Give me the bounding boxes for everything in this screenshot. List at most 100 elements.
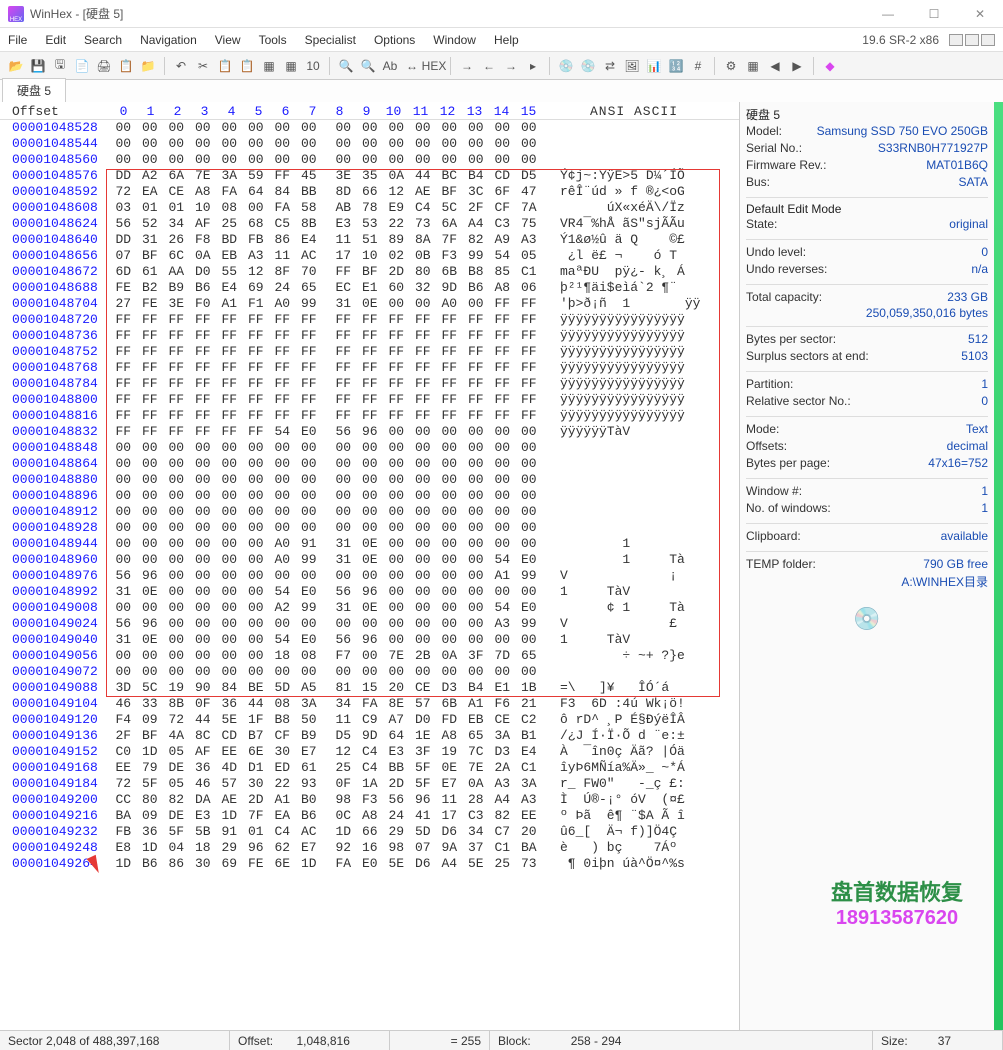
hex-row[interactable]: 00001048576DDA26A7E3A59FF453E350A44BCB4C… xyxy=(0,168,739,184)
hex-row[interactable]: 00001048720FFFFFFFFFFFFFFFFFFFFFFFFFFFFF… xyxy=(0,312,739,328)
hex-row[interactable]: 0000104865607BF6C0AEBA311AC1710020BF3995… xyxy=(0,248,739,264)
sector-map[interactable] xyxy=(994,102,1003,1030)
tool-first-icon[interactable]: ◀ xyxy=(765,56,785,76)
hex-row[interactable]: 000010491362FBF4A8CCDB7CFB9D59D641EA8653… xyxy=(0,728,739,744)
menu-file[interactable]: File xyxy=(8,33,27,47)
hex-row[interactable]: 000010490883D5C199084BE5DA5811520CED3B4E… xyxy=(0,680,739,696)
tool-paste-icon[interactable]: 📋 xyxy=(237,56,257,76)
tool-drive1-icon[interactable]: 💿 xyxy=(556,56,576,76)
hex-row[interactable]: 00001049152C01D05AFEE6E30E712C4E33F197CD… xyxy=(0,744,739,760)
hex-row[interactable]: 00001048832FFFFFFFFFFFF54E05696000000000… xyxy=(0,424,739,440)
hex-row[interactable]: 00001048640DD3126F8BDFB86E41151898A7F82A… xyxy=(0,232,739,248)
tool-replace-icon[interactable]: ↔ xyxy=(402,56,422,76)
hex-row[interactable]: 0000104892800000000000000000000000000000… xyxy=(0,520,739,536)
tool-image-icon[interactable]: 🖼 xyxy=(622,56,642,76)
tool-file-icon[interactable]: 📄 xyxy=(72,56,92,76)
tool-settings-icon[interactable]: ⚙ xyxy=(721,56,741,76)
maximize-button[interactable]: ☐ xyxy=(919,7,949,21)
tool-disk-icon[interactable]: 💾 xyxy=(28,56,48,76)
hex-row[interactable]: 00001048944000000000000A091310E000000000… xyxy=(0,536,739,552)
hex-row[interactable]: 000010492641DB6863069FE6E1DFAE05ED6A45E2… xyxy=(0,856,739,872)
hex-row[interactable]: 0000104907200000000000000000000000000000… xyxy=(0,664,739,680)
tool-print-icon[interactable]: 🖨 xyxy=(94,56,114,76)
hex-row[interactable]: 0000104854400000000000000000000000000000… xyxy=(0,136,739,152)
hex-row[interactable]: 00001048608030101100800FA58AB78E9C45C2FC… xyxy=(0,200,739,216)
close-button[interactable]: ✕ xyxy=(965,7,995,21)
tool-cut-icon[interactable]: ✂ xyxy=(193,56,213,76)
hex-row[interactable]: 00001049040310E0000000054E05696000000000… xyxy=(0,632,739,648)
hex-row[interactable]: 00001048688FEB2B9B6E4692465ECE160329DB6A… xyxy=(0,280,739,296)
hex-row[interactable]: 000010486726D61AAD055128F70FFBF2D806BB88… xyxy=(0,264,739,280)
tool-calc-icon[interactable]: 🔢 xyxy=(666,56,686,76)
tool-grid-icon[interactable]: ▦ xyxy=(743,56,763,76)
menu-search[interactable]: Search xyxy=(84,33,122,47)
minimize-button[interactable]: — xyxy=(873,7,903,21)
tool-xways-icon[interactable]: ◆ xyxy=(820,56,840,76)
tool-undo-icon[interactable]: ↶ xyxy=(171,56,191,76)
hex-row[interactable]: 00001048752FFFFFFFFFFFFFFFFFFFFFFFFFFFFF… xyxy=(0,344,739,360)
tool-fwd-icon[interactable]: → xyxy=(501,56,521,76)
mdi-min-icon[interactable] xyxy=(949,34,963,46)
hex-row[interactable]: 00001048960000000000000A099310E000000005… xyxy=(0,552,739,568)
menu-specialist[interactable]: Specialist xyxy=(305,33,356,47)
hex-row[interactable]: 00001048736FFFFFFFFFFFFFFFFFFFFFFFFFFFFF… xyxy=(0,328,739,344)
hex-row[interactable]: 00001049120F40972445E1FB85011C9A7D0FDEBC… xyxy=(0,712,739,728)
tool-hash-icon[interactable]: # xyxy=(688,56,708,76)
hex-row[interactable]: 0000104852800000000000000000000000000000… xyxy=(0,120,739,136)
tool-open-icon[interactable]: 📂 xyxy=(6,56,26,76)
hex-row[interactable]: 00001049216BA09DEE31D7FEAB60CA8244117C38… xyxy=(0,808,739,824)
tool-back-icon[interactable]: ← xyxy=(479,56,499,76)
tool-find-icon[interactable]: 🔍 xyxy=(336,56,356,76)
tool-copyblock-icon[interactable]: ▦ xyxy=(259,56,279,76)
tool-mark-icon[interactable]: ▸ xyxy=(523,56,543,76)
tool-hex-icon[interactable]: HEX xyxy=(424,56,444,76)
tool-folder-icon[interactable]: 📁 xyxy=(138,56,158,76)
hex-row[interactable]: 00001049232FB365F5B9101C4AC1D66295DD634C… xyxy=(0,824,739,840)
menu-help[interactable]: Help xyxy=(494,33,519,47)
tool-clone-icon[interactable]: ⇄ xyxy=(600,56,620,76)
hex-row[interactable]: 0000104884800000000000000000000000000000… xyxy=(0,440,739,456)
hex-row[interactable]: 000010489765696000000000000000000000000A… xyxy=(0,568,739,584)
hex-row[interactable]: 00001049200CC8082DAAE2DA1B098F356961128A… xyxy=(0,792,739,808)
menu-view[interactable]: View xyxy=(215,33,241,47)
menu-options[interactable]: Options xyxy=(374,33,415,47)
hex-row[interactable]: 00001048800FFFFFFFFFFFFFFFFFFFFFFFFFFFFF… xyxy=(0,392,739,408)
tool-drive2-icon[interactable]: 💿 xyxy=(578,56,598,76)
tool-analyze-icon[interactable]: 📊 xyxy=(644,56,664,76)
hex-row[interactable]: 00001049184725F0546573022930F1A2D5FE70AA… xyxy=(0,776,739,792)
menu-edit[interactable]: Edit xyxy=(45,33,66,47)
hex-row[interactable]: 00001048768FFFFFFFFFFFFFFFFFFFFFFFFFFFFF… xyxy=(0,360,739,376)
tool-last-icon[interactable]: ▶ xyxy=(787,56,807,76)
hex-row[interactable]: 0000104870427FE3EF0A1F1A099310E0000A000F… xyxy=(0,296,739,312)
tool-pasteblock-icon[interactable]: ▦ xyxy=(281,56,301,76)
hex-row[interactable]: 000010490245696000000000000000000000000A… xyxy=(0,616,739,632)
hex-row[interactable]: 00001048992310E0000000054E05696000000000… xyxy=(0,584,739,600)
hex-row[interactable]: 0000104888000000000000000000000000000000… xyxy=(0,472,739,488)
tool-binary-icon[interactable]: 10 xyxy=(303,56,323,76)
hex-body[interactable]: 0000104852800000000000000000000000000000… xyxy=(0,120,739,872)
hex-row[interactable]: 0000104856000000000000000000000000000000… xyxy=(0,152,739,168)
hex-row[interactable]: 0000104889600000000000000000000000000000… xyxy=(0,488,739,504)
mdi-max-icon[interactable] xyxy=(965,34,979,46)
hex-row[interactable]: 0000104891200000000000000000000000000000… xyxy=(0,504,739,520)
tool-findtext-icon[interactable]: Ab xyxy=(380,56,400,76)
tool-goto-icon[interactable]: → xyxy=(457,56,477,76)
hex-editor[interactable]: Offset 0123456789101112131415 ANSI ASCII… xyxy=(0,102,739,1030)
hex-row[interactable]: 0000104910446338B0F3644083A34FA8E576BA1F… xyxy=(0,696,739,712)
tool-copy-icon[interactable]: 📋 xyxy=(215,56,235,76)
hex-row[interactable]: 000010490560000000000001808F7007E2B0A3F7… xyxy=(0,648,739,664)
hex-row[interactable]: 00001048784FFFFFFFFFFFFFFFFFFFFFFFFFFFFF… xyxy=(0,376,739,392)
mdi-close-icon[interactable] xyxy=(981,34,995,46)
hex-row[interactable]: 00001048816FFFFFFFFFFFFFFFFFFFFFFFFFFFFF… xyxy=(0,408,739,424)
hex-row[interactable]: 0000104886400000000000000000000000000000… xyxy=(0,456,739,472)
menu-navigation[interactable]: Navigation xyxy=(140,33,197,47)
menu-tools[interactable]: Tools xyxy=(259,33,287,47)
hex-row[interactable]: 0000104859272EACEA8FA6484BB8D6612AEBF3C6… xyxy=(0,184,739,200)
hex-row[interactable]: 00001049008000000000000A299310E000000005… xyxy=(0,600,739,616)
tool-findhex-icon[interactable]: 🔍 xyxy=(358,56,378,76)
tab-disk5[interactable]: 硬盘 5 xyxy=(2,78,66,102)
hex-row[interactable]: 00001049248E81D0418299662E7921698079A37C… xyxy=(0,840,739,856)
hex-row[interactable]: 00001048624565234AF2568C58BE35322736AA4C… xyxy=(0,216,739,232)
tool-prop-icon[interactable]: 📋 xyxy=(116,56,136,76)
tool-save-icon[interactable]: 🖫 xyxy=(50,56,70,76)
